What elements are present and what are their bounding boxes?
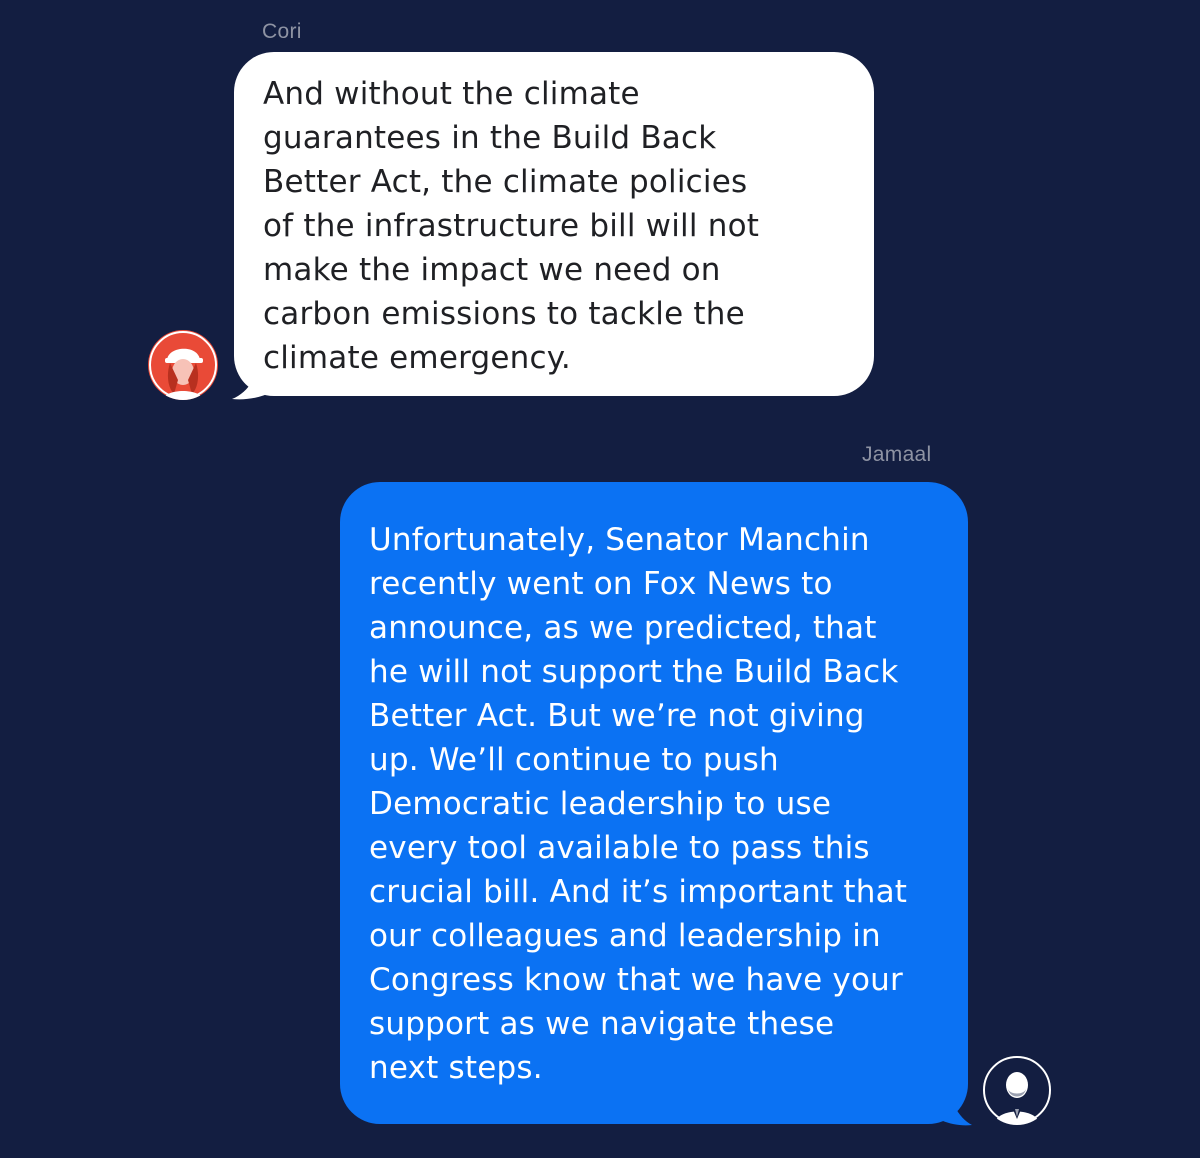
person-icon: [149, 331, 217, 400]
avatar-cori[interactable]: [148, 330, 218, 400]
sender-name-jamaal: Jamaal: [862, 443, 932, 466]
message-bubble-jamaal[interactable]: Unfortunately, Senator Manchin recently …: [340, 482, 968, 1124]
person-icon: [983, 1056, 1051, 1125]
message-thread: Cori And without the climate guarantees …: [0, 0, 1200, 1158]
message-bubble-cori[interactable]: And without the climate guarantees in th…: [234, 52, 874, 396]
sender-name-cori: Cori: [262, 20, 302, 43]
message-text-jamaal: Unfortunately, Senator Manchin recently …: [369, 522, 908, 1086]
message-text-cori: And without the climate guarantees in th…: [263, 76, 760, 376]
avatar-jamaal[interactable]: [982, 1055, 1052, 1125]
